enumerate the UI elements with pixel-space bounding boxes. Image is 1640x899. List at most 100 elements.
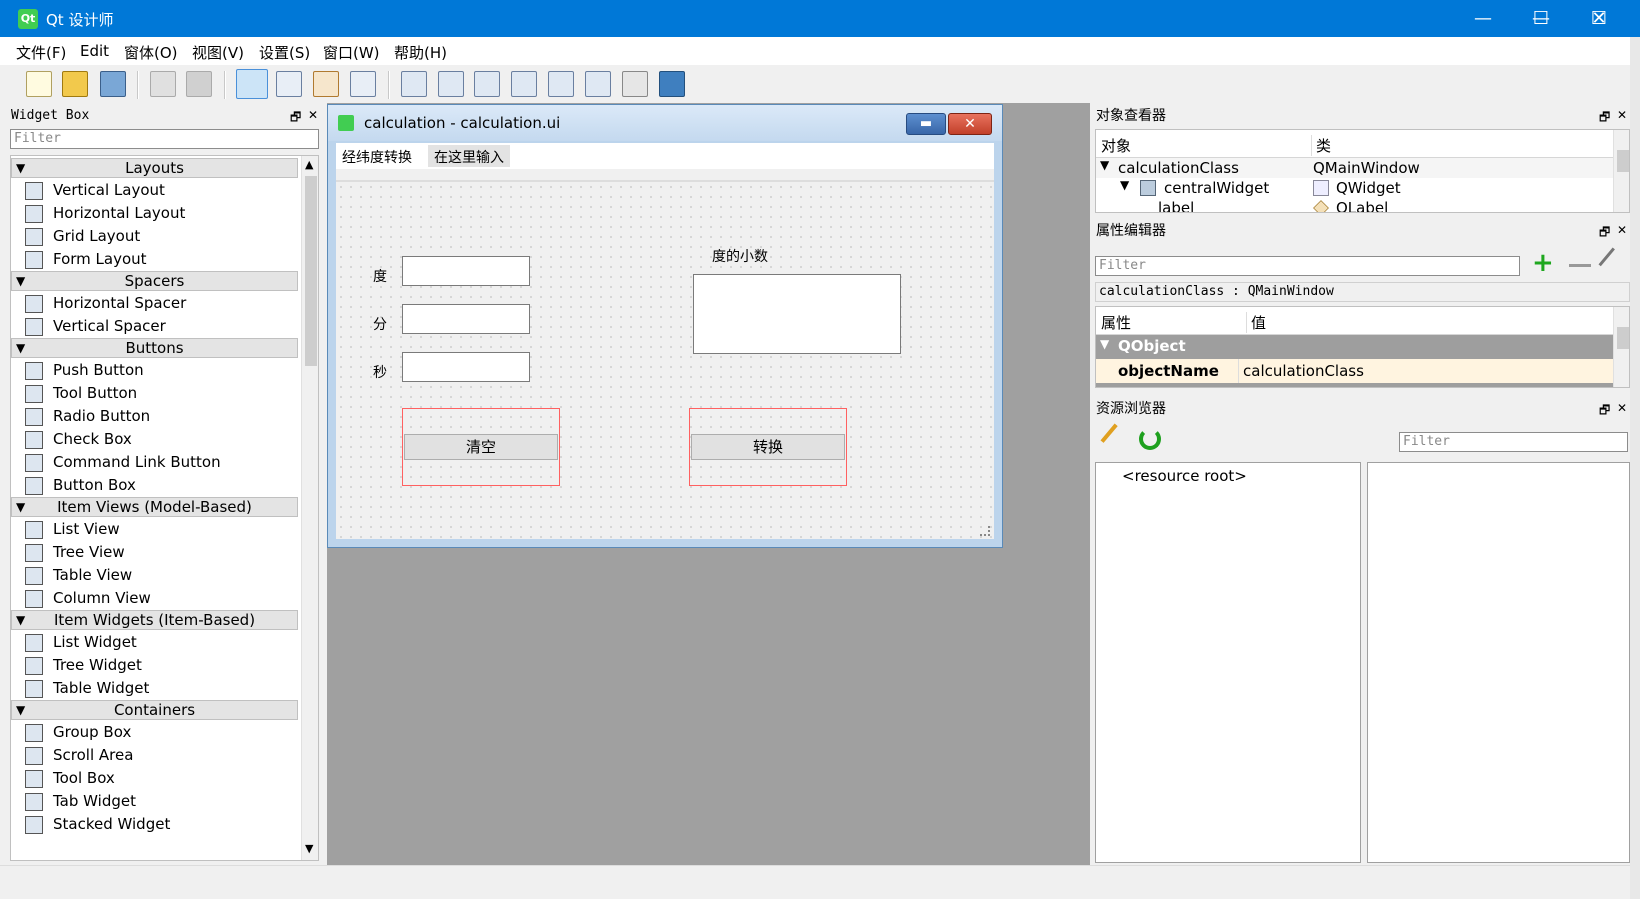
reload-icon[interactable]	[1139, 428, 1161, 450]
bring-to-front-icon[interactable]	[186, 71, 212, 97]
float-icon[interactable]: 🗗	[1599, 223, 1610, 244]
open-folder-icon[interactable]	[62, 71, 88, 97]
menu-edit[interactable]: Edit	[80, 42, 109, 60]
category-header[interactable]: ▼ Layouts	[11, 158, 298, 178]
property-row-objectname[interactable]: objectName calculationClass	[1096, 359, 1613, 383]
property-scrollbar[interactable]	[1613, 307, 1629, 387]
menu-help[interactable]: 帮助(H)	[394, 42, 447, 63]
second-input[interactable]	[402, 352, 530, 382]
chevron-down-icon[interactable]: ▼	[1120, 178, 1129, 192]
send-to-back-icon[interactable]	[150, 71, 176, 97]
widget-box-filter-input[interactable]: Filter	[10, 129, 319, 149]
widget-item[interactable]: List View	[15, 518, 298, 541]
menu-file[interactable]: 文件(F)	[16, 42, 66, 63]
menu-settings[interactable]: 设置(S)	[259, 42, 310, 63]
layout-splitter-vertical-icon[interactable]	[511, 71, 537, 97]
close-icon[interactable]: ✕	[1617, 223, 1627, 237]
chevron-down-icon[interactable]: ▼	[16, 339, 25, 357]
menu-view[interactable]: 视图(V)	[192, 42, 244, 63]
close-icon[interactable]: ✕	[308, 108, 318, 122]
convert-button[interactable]: 转换	[691, 434, 845, 460]
widget-item[interactable]: Button Box	[15, 474, 298, 497]
chevron-down-icon[interactable]: ▼	[16, 272, 25, 290]
menu-window[interactable]: 窗口(W)	[323, 42, 380, 63]
widget-item[interactable]: Table Widget	[15, 677, 298, 700]
form-menu-type-here[interactable]: 在这里输入	[428, 145, 510, 167]
edit-widgets-icon[interactable]	[236, 69, 268, 99]
maximize-button-2[interactable]: ☐	[1512, 0, 1570, 37]
scroll-thumb[interactable]	[305, 176, 317, 366]
category-header[interactable]: ▼ Buttons	[11, 338, 298, 358]
property-filter-input[interactable]: Filter	[1095, 256, 1520, 276]
layout-form-icon[interactable]	[585, 71, 611, 97]
edit-buddies-icon[interactable]	[313, 71, 339, 97]
float-icon[interactable]: 🗗	[1599, 401, 1610, 422]
edit-signals-slots-icon[interactable]	[276, 71, 302, 97]
widget-item[interactable]: Column View	[15, 587, 298, 610]
widget-item[interactable]: Vertical Layout	[15, 179, 298, 202]
chevron-down-icon[interactable]: ▼	[16, 701, 25, 719]
widget-item[interactable]: Tab Widget	[15, 790, 298, 813]
category-header[interactable]: ▼ Item Views (Model-Based)	[11, 497, 298, 517]
wrench-icon[interactable]	[1598, 247, 1630, 279]
widget-item[interactable]: Push Button	[15, 359, 298, 382]
category-header[interactable]: ▼ Item Widgets (Item-Based)	[11, 610, 298, 630]
widget-item[interactable]: Group Box	[15, 721, 298, 744]
close-icon[interactable]: ✕	[1617, 401, 1627, 415]
widget-item[interactable]: Radio Button	[15, 405, 298, 428]
close-icon[interactable]: ✕	[1617, 108, 1627, 122]
widget-item[interactable]: Scroll Area	[15, 744, 298, 767]
break-layout-icon[interactable]	[622, 71, 648, 97]
decimal-output[interactable]	[693, 274, 901, 354]
edit-tab-order-icon[interactable]	[350, 71, 376, 97]
widget-item[interactable]: Table View	[15, 564, 298, 587]
form-menu-convert[interactable]: 经纬度转换	[342, 147, 412, 167]
widget-item[interactable]: Vertical Spacer	[15, 315, 298, 338]
chevron-down-icon[interactable]: ▼	[16, 498, 25, 516]
edit-pencil-icon[interactable]	[1100, 423, 1132, 455]
resource-root-item[interactable]: <resource root>	[1122, 467, 1247, 485]
widget-item[interactable]: Tool Button	[15, 382, 298, 405]
size-grip-icon[interactable]	[980, 526, 990, 536]
widget-item[interactable]: Horizontal Layout	[15, 202, 298, 225]
tree-row[interactable]: ▼ calculationClass QMainWindow	[1096, 158, 1613, 178]
widget-item[interactable]: Tree View	[15, 541, 298, 564]
widget-item[interactable]: Tree Widget	[15, 654, 298, 677]
property-value[interactable]: calculationClass	[1243, 362, 1364, 380]
add-icon[interactable]: +	[1532, 250, 1554, 276]
widget-item[interactable]: Tool Box	[15, 767, 298, 790]
form-minimize-button[interactable]: ▬	[906, 113, 946, 135]
widget-item[interactable]: Command Link Button	[15, 451, 298, 474]
category-header[interactable]: ▼ Containers	[11, 700, 298, 720]
widget-item[interactable]: Check Box	[15, 428, 298, 451]
minimize-button-2[interactable]: —	[1454, 0, 1512, 37]
widget-item[interactable]: Grid Layout	[15, 225, 298, 248]
category-header[interactable]: ▼ Spacers	[11, 271, 298, 291]
scroll-down-icon[interactable]: ▼	[305, 842, 313, 855]
widget-item[interactable]: Stacked Widget	[15, 813, 298, 836]
new-file-icon[interactable]	[26, 71, 52, 97]
form-close-button[interactable]: ✕	[948, 113, 992, 135]
close-button[interactable]: ✕	[1570, 0, 1628, 37]
tree-row[interactable]: label QLabel	[1096, 198, 1613, 212]
scroll-thumb[interactable]	[1617, 327, 1629, 349]
widget-list-scrollbar[interactable]: ▲ ▼	[301, 156, 318, 860]
widget-item[interactable]: List Widget	[15, 631, 298, 654]
clear-button[interactable]: 清空	[404, 434, 558, 460]
layout-vertical-icon[interactable]	[438, 71, 464, 97]
layout-splitter-horizontal-icon[interactable]	[474, 71, 500, 97]
widget-item[interactable]: Form Layout	[15, 248, 298, 271]
chevron-down-icon[interactable]: ▼	[1100, 158, 1109, 172]
property-group-qobject[interactable]: ▼ QObject	[1096, 335, 1613, 359]
menu-form[interactable]: 窗体(O)	[124, 42, 178, 63]
layout-grid-icon[interactable]	[548, 71, 574, 97]
chevron-down-icon[interactable]: ▼	[16, 159, 25, 177]
object-tree-scrollbar[interactable]	[1613, 130, 1629, 212]
degree-input[interactable]	[402, 256, 530, 286]
remove-icon[interactable]	[1569, 264, 1591, 267]
adjust-size-icon[interactable]	[659, 71, 685, 97]
minute-input[interactable]	[402, 304, 530, 334]
widget-item[interactable]: Horizontal Spacer	[15, 292, 298, 315]
tree-row[interactable]: ▼ centralWidget QWidget	[1096, 178, 1613, 198]
scroll-up-icon[interactable]: ▲	[305, 158, 313, 171]
